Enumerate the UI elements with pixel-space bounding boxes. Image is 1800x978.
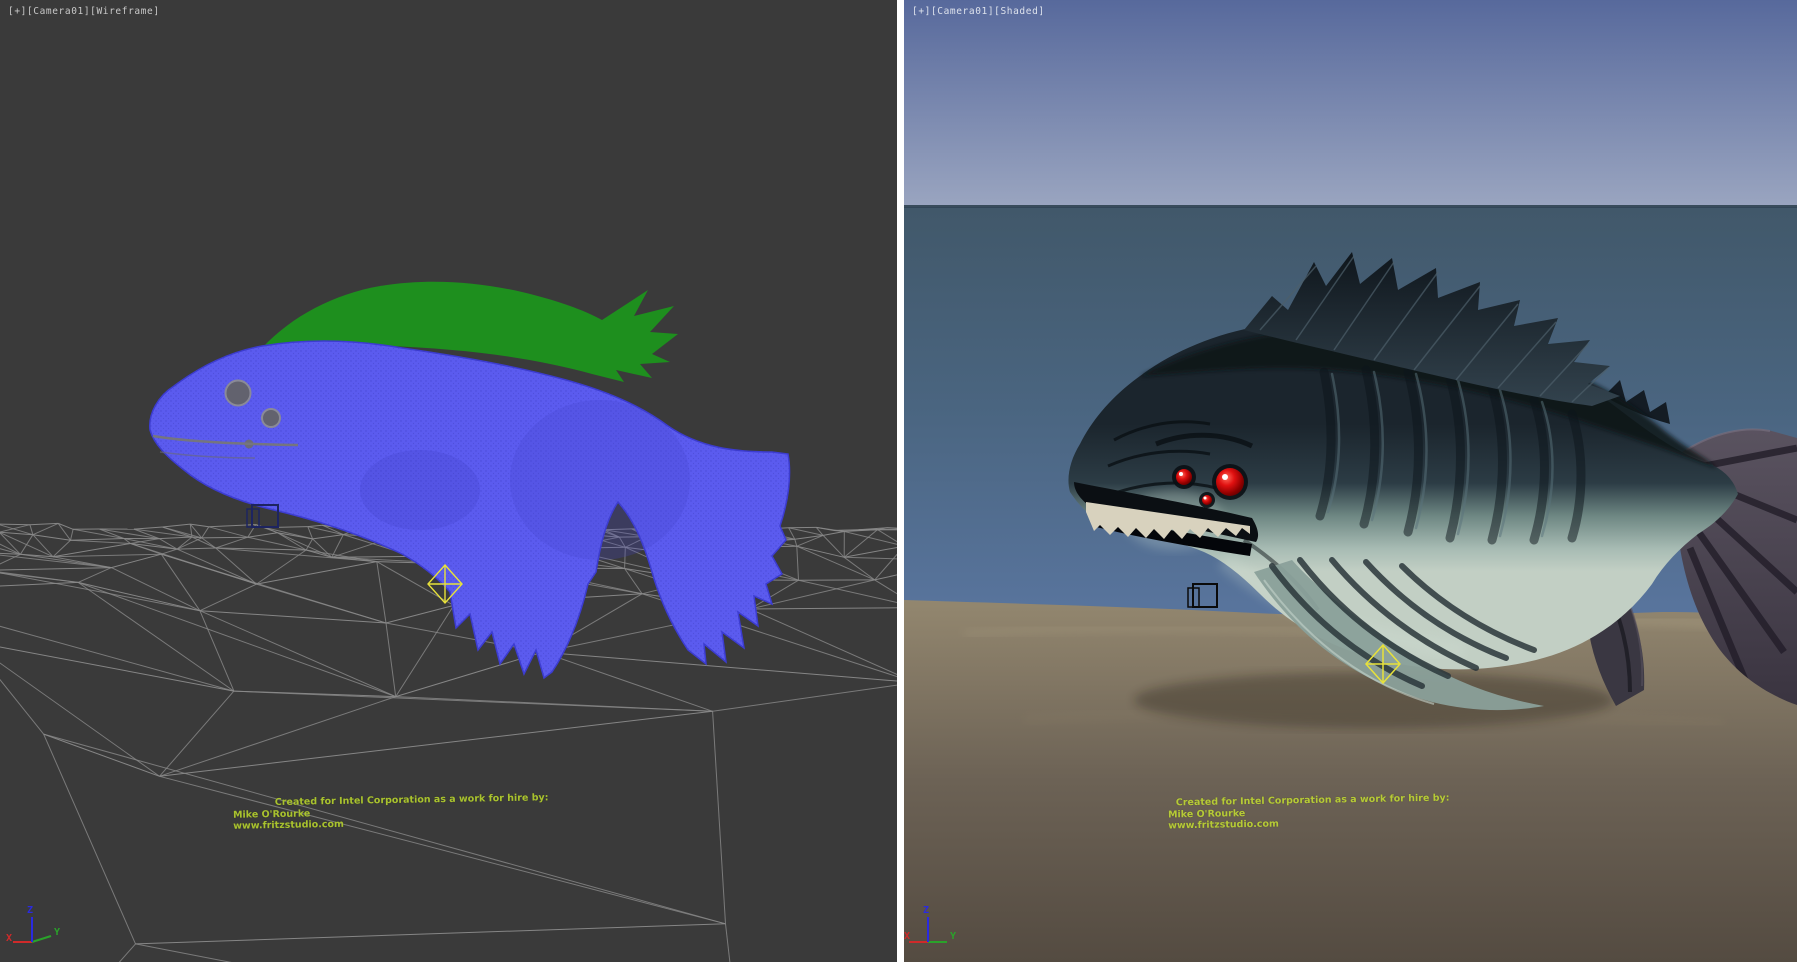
axis-z-label: Z bbox=[923, 905, 929, 916]
viewport-shaded[interactable]: X Y Z [+][Camera01][Shaded] Created for … bbox=[904, 0, 1797, 962]
eye-circle bbox=[226, 381, 251, 406]
axis-tripod: X Y Z bbox=[6, 905, 60, 944]
viewport-divider bbox=[897, 0, 904, 962]
watermark-left: Created for Intel Corporation as a work … bbox=[233, 792, 549, 832]
fish-shade-blotch bbox=[360, 450, 480, 530]
axis-y-label: Y bbox=[950, 931, 956, 942]
eye-specular bbox=[1179, 472, 1183, 476]
eye-specular bbox=[1222, 474, 1228, 480]
eye-red-small bbox=[1202, 495, 1212, 505]
sky bbox=[904, 0, 1797, 207]
eye-specular bbox=[1204, 497, 1207, 500]
fish-shade-blotch bbox=[510, 400, 690, 560]
eye-red bbox=[1216, 468, 1244, 496]
eye-circle bbox=[262, 409, 280, 427]
viewport-label-shaded[interactable]: [+][Camera01][Shaded] bbox=[912, 6, 1045, 17]
axis-x-label: X bbox=[6, 933, 12, 944]
viewport-label-wireframe[interactable]: [+][Camera01][Wireframe] bbox=[8, 6, 160, 17]
axis-z-label: Z bbox=[27, 905, 33, 916]
axis-y-label: Y bbox=[54, 927, 60, 938]
fish-wireframe-model[interactable] bbox=[150, 282, 790, 678]
axis-x-label: X bbox=[904, 931, 910, 942]
eye-red bbox=[1176, 469, 1192, 485]
watermark-right: Created for Intel Corporation as a work … bbox=[1168, 793, 1450, 832]
viewport-wireframe[interactable]: X Y Z [+][Camera01][Wireframe] Created f… bbox=[0, 0, 897, 962]
